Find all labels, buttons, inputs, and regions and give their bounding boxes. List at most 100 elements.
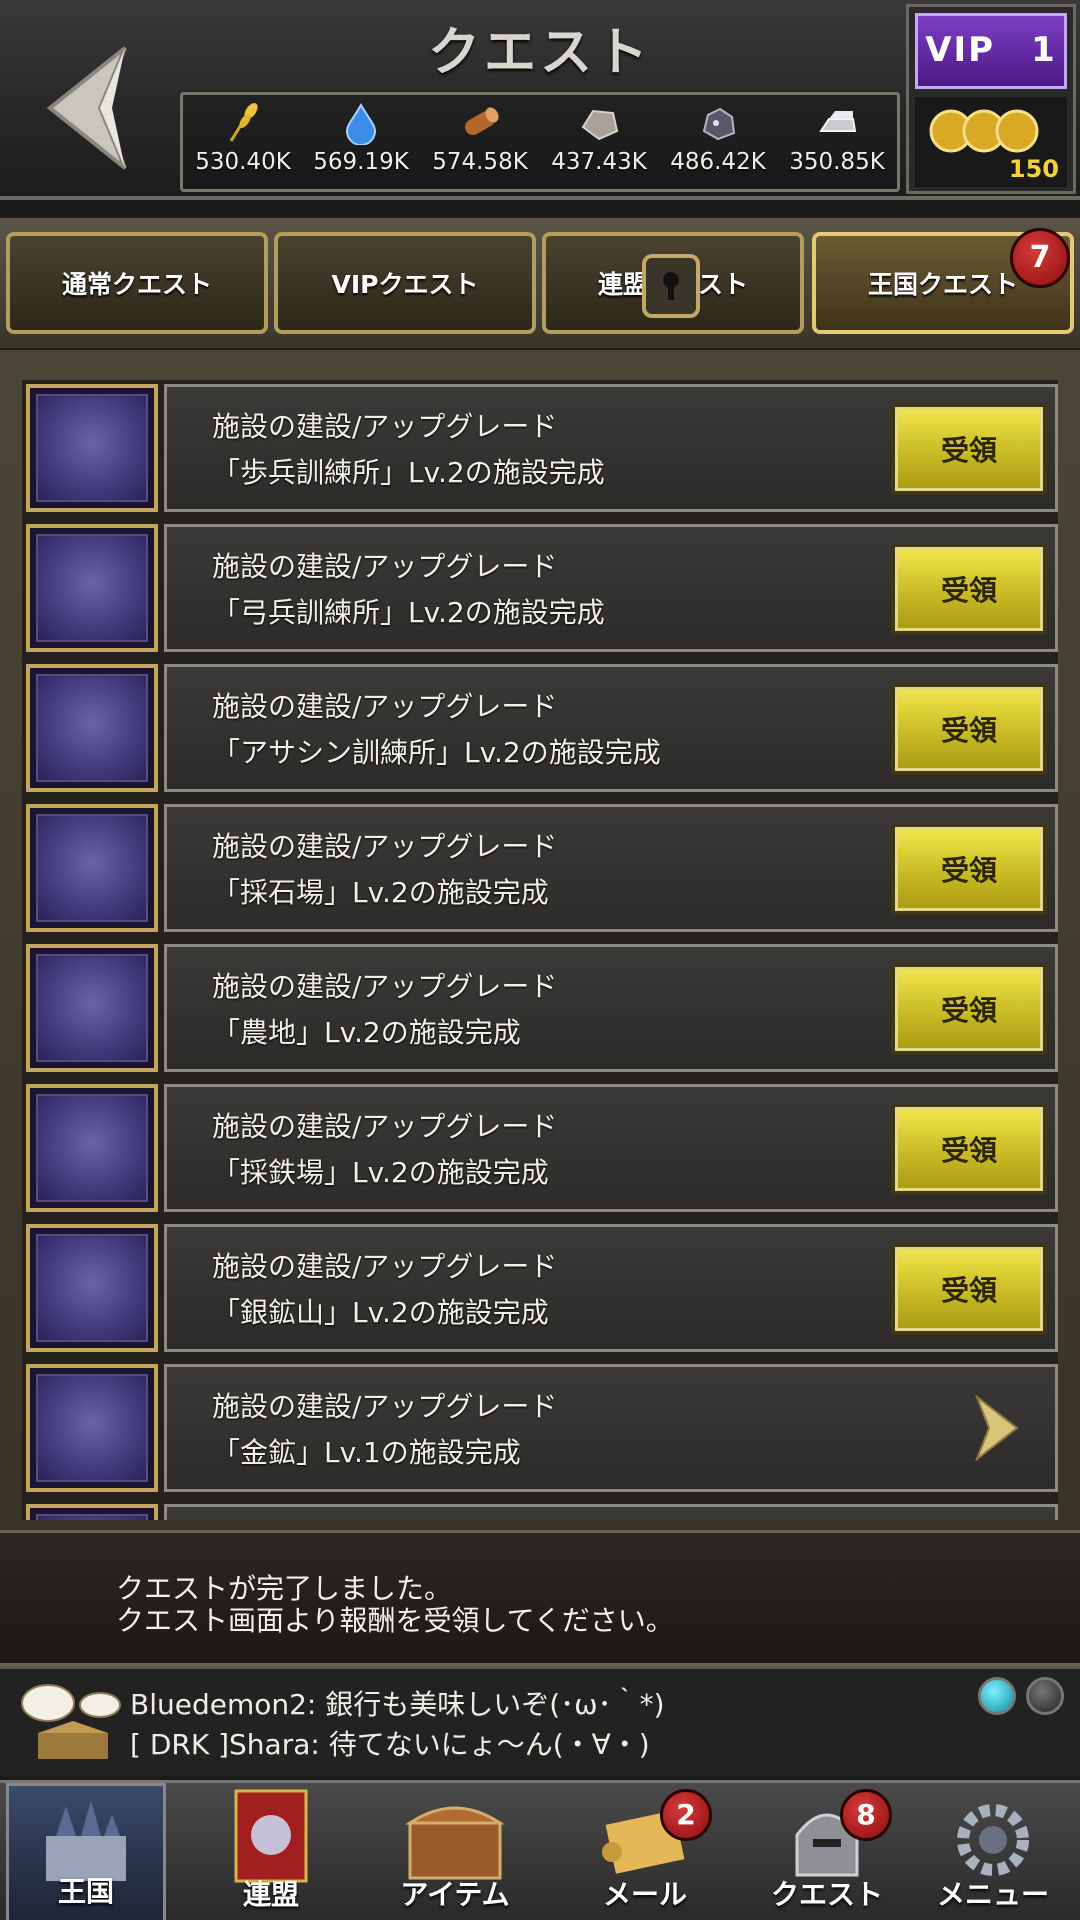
claim-button[interactable]: 受領 — [891, 963, 1047, 1055]
gold-coins[interactable]: 150 — [915, 97, 1067, 187]
resource-value: 569.19K — [313, 149, 409, 175]
page-title: クエスト — [427, 23, 652, 83]
ore-icon — [702, 107, 736, 141]
notification-message: クエストが完了しました。 クエスト画面より報酬を受領してください。 — [0, 1530, 1080, 1666]
nav-label: 連盟 — [242, 1878, 299, 1911]
coin-count: 150 — [1008, 155, 1059, 183]
quest-card: 施設の建設/アップグレード 「採石場」Lv.2の施設完成 受領 — [164, 804, 1058, 932]
tab-normal-quest[interactable]: 通常クエスト — [6, 232, 268, 334]
quest-description: 「農地」Lv.2の施設完成 — [212, 1016, 521, 1049]
wheat-icon — [229, 103, 258, 142]
quest-description: 「金鉱」Lv.1の施設完成 — [212, 1436, 521, 1469]
claim-button[interactable]: 受領 — [891, 1243, 1047, 1335]
chat-message: Bluedemon2: 銀行も美味しいぞ(･ω･｀*) — [130, 1688, 665, 1721]
resource-silver: 350.85K — [777, 101, 897, 191]
silver-mine-icon — [26, 1224, 158, 1352]
resource-iron: 486.42K — [658, 101, 778, 191]
tab-label: VIPクエスト — [331, 270, 479, 299]
archer-camp-icon — [26, 524, 158, 652]
chevron-right-icon[interactable] — [973, 1395, 1019, 1461]
quest-card: 施設の建設/アップグレード 「アサシン訓練所」Lv.2の施設完成 受領 — [164, 664, 1058, 792]
quarry-icon — [26, 804, 158, 932]
tab-notification-badge: 7 — [1010, 228, 1070, 288]
quest-row: 施設の建設/アップグレード 「採石場」Lv.2の施設完成 受領 — [22, 800, 1058, 934]
building-icon — [26, 1504, 158, 1520]
chat-message: [ DRK ]Shara: 待てないにょ～ん(・∀・) — [130, 1728, 650, 1761]
nav-quest[interactable]: クエスト 8 — [742, 1783, 912, 1920]
resource-value: 486.42K — [670, 149, 766, 175]
tab-vip-quest[interactable]: VIPクエスト — [274, 232, 536, 334]
gear-icon — [957, 1804, 1029, 1876]
resource-food: 530.40K — [183, 101, 303, 191]
quest-badge: 8 — [840, 1789, 892, 1841]
quest-description: 「採石場」Lv.2の施設完成 — [212, 876, 549, 909]
treasure-chest-icon — [405, 1806, 505, 1880]
gold-coin-icon — [929, 109, 1039, 153]
nav-label: クエスト — [770, 1878, 883, 1911]
nav-items[interactable]: アイテム — [370, 1783, 540, 1920]
back-arrow-icon[interactable] — [30, 30, 180, 180]
silver-ingot-icon — [819, 111, 857, 132]
quest-row: 施設の建設/アップグレード 「歩兵訓練所」Lv.2の施設完成 受領 — [22, 380, 1058, 514]
message-line: クエスト画面より報酬を受領してください。 — [116, 1604, 674, 1637]
quest-row: 施設の建設/アップグレード 「弓兵訓練所」Lv.2の施設完成 受領 — [22, 520, 1058, 654]
tab-label: 通常クエスト — [61, 270, 212, 299]
vip-badge[interactable]: VIP 1 — [915, 13, 1067, 89]
water-drop-icon — [345, 102, 377, 145]
quest-card: 施設の建設/アップグレード 「銀鉱山」Lv.2の施設完成 受領 — [164, 1224, 1058, 1352]
nav-mail[interactable]: メール 2 — [560, 1783, 730, 1920]
quest-row: 施設の建設/アップグレード 「アサシン訓練所」Lv.2の施設完成 受領 — [22, 660, 1058, 794]
quest-row: 施設の建設/アップグレード 「採鉄場」Lv.2の施設完成 受領 — [22, 1080, 1058, 1214]
quest-card: 施設の建設/アップグレード 「歩兵訓練所」Lv.2の施設完成 受領 — [164, 384, 1058, 512]
quest-card: 施設の建設/アップグレード 「弓兵訓練所」Lv.2の施設完成 受領 — [164, 524, 1058, 652]
quest-list-frame: 施設の建設/アップグレード 「歩兵訓練所」Lv.2の施設完成 受領 施設の建設/… — [0, 350, 1080, 1530]
claim-button[interactable]: 受領 — [891, 683, 1047, 775]
chat-channel-dot[interactable] — [1026, 1677, 1064, 1715]
resource-wood: 574.58K — [420, 101, 540, 191]
quest-title: 施設の建設/アップグレード — [212, 1390, 558, 1423]
resource-value: 574.58K — [432, 149, 528, 175]
log-icon — [465, 107, 499, 135]
quest-card[interactable]: 施設の建設/アップグレード 「金鉱」Lv.1の施設完成 — [164, 1364, 1058, 1492]
claim-button[interactable]: 受領 — [891, 403, 1047, 495]
quest-description: 「銀鉱山」Lv.2の施設完成 — [212, 1296, 549, 1329]
quest-card: 施設の建設/アップグレード 「採鉄場」Lv.2の施設完成 受領 — [164, 1084, 1058, 1212]
chat-bar[interactable]: Bluedemon2: 銀行も美味しいぞ(･ω･｀*) [ DRK ]Shara… — [0, 1666, 1080, 1776]
header: クエスト 530.40K 569.19K 574.58K 437.43K 486… — [0, 0, 1080, 200]
infantry-camp-icon — [26, 384, 158, 512]
nav-kingdom[interactable]: 王国 — [6, 1783, 166, 1920]
quest-card — [164, 1504, 1058, 1520]
chat-channel-dot-active[interactable] — [978, 1677, 1016, 1715]
resource-value: 437.43K — [551, 149, 647, 175]
quest-row-partial — [22, 1500, 1058, 1520]
nav-menu[interactable]: メニュー — [910, 1783, 1076, 1920]
alliance-banner-icon — [234, 1789, 308, 1883]
chat-bubble-icon[interactable] — [18, 1679, 128, 1769]
resource-water: 569.19K — [301, 101, 421, 191]
quest-row: 施設の建設/アップグレード 「農地」Lv.2の施設完成 受領 — [22, 940, 1058, 1074]
stone-icon — [581, 109, 619, 141]
gold-mine-icon — [26, 1364, 158, 1492]
quest-title: 施設の建設/アップグレード — [212, 410, 558, 443]
quest-description: 「弓兵訓練所」Lv.2の施設完成 — [212, 596, 605, 629]
resource-value: 530.40K — [195, 149, 291, 175]
mail-badge: 2 — [660, 1789, 712, 1841]
quest-description: 「歩兵訓練所」Lv.2の施設完成 — [212, 456, 605, 489]
claim-button[interactable]: 受領 — [891, 823, 1047, 915]
quest-description: 「アサシン訓練所」Lv.2の施設完成 — [212, 736, 661, 769]
quest-title: 施設の建設/アップグレード — [212, 1250, 558, 1283]
quest-title: 施設の建設/アップグレード — [212, 1110, 558, 1143]
nav-alliance[interactable]: 連盟 — [186, 1783, 356, 1920]
quest-list[interactable]: 施設の建設/アップグレード 「歩兵訓練所」Lv.2の施設完成 受領 施設の建設/… — [22, 380, 1058, 1520]
resource-bar: 530.40K 569.19K 574.58K 437.43K 486.42K … — [180, 92, 900, 192]
claim-button[interactable]: 受領 — [891, 1103, 1047, 1195]
claim-button[interactable]: 受領 — [891, 543, 1047, 635]
quest-title: 施設の建設/アップグレード — [212, 830, 558, 863]
quest-row[interactable]: 施設の建設/アップグレード 「金鉱」Lv.1の施設完成 — [22, 1360, 1058, 1494]
vip-panel[interactable]: VIP 1 150 — [906, 4, 1076, 194]
quest-row: 施設の建設/アップグレード 「銀鉱山」Lv.2の施設完成 受領 — [22, 1220, 1058, 1354]
quest-tabs: 通常クエスト VIPクエスト 連盟クエスト 王国クエスト — [0, 218, 1080, 348]
iron-mine-icon — [26, 1084, 158, 1212]
resource-stone: 437.43K — [539, 101, 659, 191]
quest-description: 「採鉄場」Lv.2の施設完成 — [212, 1156, 549, 1189]
